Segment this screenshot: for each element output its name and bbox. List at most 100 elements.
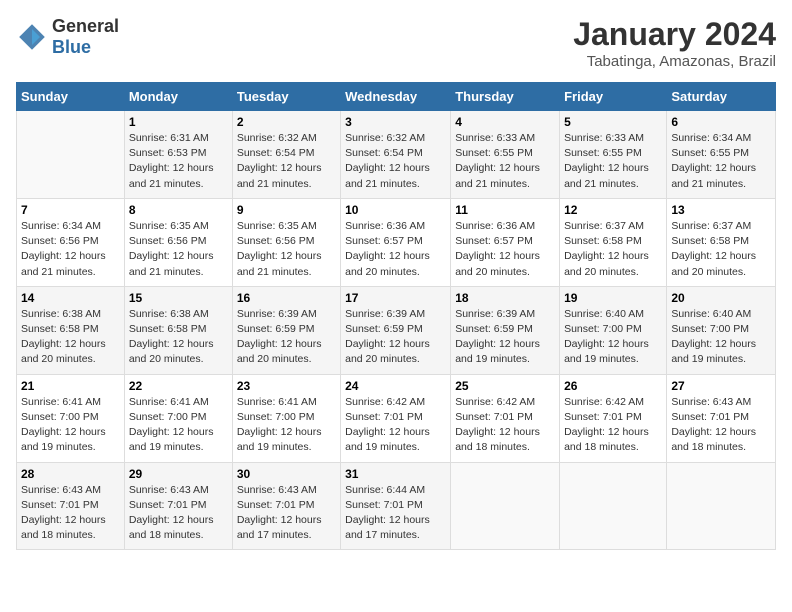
day-number: 17 [345,291,446,305]
calendar-cell: 15 Sunrise: 6:38 AMSunset: 6:58 PMDayligh… [124,286,232,374]
day-number: 24 [345,379,446,393]
day-number: 22 [129,379,228,393]
calendar-cell: 21 Sunrise: 6:41 AMSunset: 7:00 PMDayligh… [17,374,125,462]
day-number: 13 [671,203,771,217]
calendar-cell [560,462,667,550]
calendar-week-1: 1Sunrise: 6:31 AMSunset: 6:53 PMDaylight… [17,111,776,199]
calendar-week-4: 21 Sunrise: 6:41 AMSunset: 7:00 PMDayligh… [17,374,776,462]
calendar-cell: 29Sunrise: 6:43 AMSunset: 7:01 PMDayligh… [124,462,232,550]
day-info: Sunrise: 6:36 AMSunset: 6:57 PMDaylight:… [345,219,446,280]
calendar-cell: 23 Sunrise: 6:41 AMSunset: 7:00 PMDayligh… [232,374,340,462]
day-info: Sunrise: 6:38 AMSunset: 6:58 PMDaylight:… [129,307,228,368]
calendar-cell: 24 Sunrise: 6:42 AMSunset: 7:01 PMDayligh… [341,374,451,462]
calendar-cell: 12 Sunrise: 6:37 AMSunset: 6:58 PMDayligh… [560,198,667,286]
title-block: January 2024 Tabatinga, Amazonas, Brazil [573,16,776,70]
day-info: Sunrise: 6:40 AMSunset: 7:00 PMDaylight:… [564,307,662,368]
calendar-cell: 5 Sunrise: 6:33 AMSunset: 6:55 PMDaylight… [560,111,667,199]
day-info: Sunrise: 6:35 AMSunset: 6:56 PMDaylight:… [129,219,228,280]
day-number: 15 [129,291,228,305]
day-number: 11 [455,203,555,217]
calendar-cell: 26Sunrise: 6:42 AMSunset: 7:01 PMDayligh… [560,374,667,462]
col-thursday: Thursday [451,83,560,111]
day-number: 4 [455,115,555,129]
calendar-cell: 6 Sunrise: 6:34 AMSunset: 6:55 PMDaylight… [667,111,776,199]
calendar-table: Sunday Monday Tuesday Wednesday Thursday… [16,82,776,550]
calendar-cell [17,111,125,199]
day-number: 25 [455,379,555,393]
calendar-title: January 2024 [573,16,776,53]
col-saturday: Saturday [667,83,776,111]
calendar-subtitle: Tabatinga, Amazonas, Brazil [573,53,776,70]
day-number: 3 [345,115,446,129]
page-header: General Blue January 2024 Tabatinga, Ama… [16,16,776,70]
day-info: Sunrise: 6:43 AMSunset: 7:01 PMDaylight:… [129,483,228,544]
day-info: Sunrise: 6:41 AMSunset: 7:00 PMDaylight:… [129,395,228,456]
day-info: Sunrise: 6:42 AMSunset: 7:01 PMDaylight:… [345,395,446,456]
calendar-week-5: 28 Sunrise: 6:43 AMSunset: 7:01 PMDayligh… [17,462,776,550]
calendar-cell: 14Sunrise: 6:38 AMSunset: 6:58 PMDayligh… [17,286,125,374]
calendar-cell: 13 Sunrise: 6:37 AMSunset: 6:58 PMDayligh… [667,198,776,286]
day-number: 16 [237,291,336,305]
day-number: 20 [671,291,771,305]
calendar-cell: 7 Sunrise: 6:34 AMSunset: 6:56 PMDaylight… [17,198,125,286]
calendar-header-row: Sunday Monday Tuesday Wednesday Thursday… [17,83,776,111]
calendar-week-2: 7 Sunrise: 6:34 AMSunset: 6:56 PMDaylight… [17,198,776,286]
day-info: Sunrise: 6:33 AMSunset: 6:55 PMDaylight:… [564,131,662,192]
calendar-cell: 30 Sunrise: 6:43 AMSunset: 7:01 PMDayligh… [232,462,340,550]
calendar-cell [451,462,560,550]
day-number: 14 [21,291,120,305]
day-info: Sunrise: 6:34 AMSunset: 6:55 PMDaylight:… [671,131,771,192]
logo-icon [16,21,48,53]
day-number: 30 [237,467,336,481]
day-number: 6 [671,115,771,129]
calendar-cell: 18Sunrise: 6:39 AMSunset: 6:59 PMDayligh… [451,286,560,374]
calendar-cell: 11 Sunrise: 6:36 AMSunset: 6:57 PMDayligh… [451,198,560,286]
day-number: 10 [345,203,446,217]
day-info: Sunrise: 6:42 AMSunset: 7:01 PMDaylight:… [455,395,555,456]
day-info: Sunrise: 6:37 AMSunset: 6:58 PMDaylight:… [564,219,662,280]
day-info: Sunrise: 6:43 AMSunset: 7:01 PMDaylight:… [237,483,336,544]
day-number: 23 [237,379,336,393]
day-number: 21 [21,379,120,393]
logo-general: General [52,16,119,36]
day-info: Sunrise: 6:36 AMSunset: 6:57 PMDaylight:… [455,219,555,280]
day-info: Sunrise: 6:32 AMSunset: 6:54 PMDaylight:… [237,131,336,192]
calendar-cell: 17 Sunrise: 6:39 AMSunset: 6:59 PMDayligh… [341,286,451,374]
col-wednesday: Wednesday [341,83,451,111]
calendar-cell: 8Sunrise: 6:35 AMSunset: 6:56 PMDaylight… [124,198,232,286]
calendar-cell: 10 Sunrise: 6:36 AMSunset: 6:57 PMDayligh… [341,198,451,286]
day-info: Sunrise: 6:37 AMSunset: 6:58 PMDaylight:… [671,219,771,280]
day-info: Sunrise: 6:41 AMSunset: 7:00 PMDaylight:… [237,395,336,456]
day-info: Sunrise: 6:40 AMSunset: 7:00 PMDaylight:… [671,307,771,368]
calendar-cell: 27 Sunrise: 6:43 AMSunset: 7:01 PMDayligh… [667,374,776,462]
day-number: 19 [564,291,662,305]
day-info: Sunrise: 6:34 AMSunset: 6:56 PMDaylight:… [21,219,120,280]
col-tuesday: Tuesday [232,83,340,111]
day-info: Sunrise: 6:39 AMSunset: 6:59 PMDaylight:… [345,307,446,368]
calendar-cell: 16 Sunrise: 6:39 AMSunset: 6:59 PMDayligh… [232,286,340,374]
day-info: Sunrise: 6:39 AMSunset: 6:59 PMDaylight:… [237,307,336,368]
calendar-cell: 3Sunrise: 6:32 AMSunset: 6:54 PMDaylight… [341,111,451,199]
calendar-week-3: 14 Sunrise: 6:38 AMSunset: 6:58 PMDayligh… [17,286,776,374]
day-info: Sunrise: 6:41 AMSunset: 7:00 PMDaylight:… [21,395,120,456]
calendar-cell: 28Sunrise: 6:43 AMSunset: 7:01 PMDayligh… [17,462,125,550]
day-number: 7 [21,203,120,217]
calendar-cell [667,462,776,550]
calendar-cell: 2 Sunrise: 6:32 AMSunset: 6:54 PMDaylight… [232,111,340,199]
day-number: 5 [564,115,662,129]
col-sunday: Sunday [17,83,125,111]
calendar-cell: 9Sunrise: 6:35 AMSunset: 6:56 PMDaylight… [232,198,340,286]
day-info: Sunrise: 6:31 AMSunset: 6:53 PMDaylight:… [129,131,228,192]
calendar-cell: 19 Sunrise: 6:40 AMSunset: 7:00 PMDayligh… [560,286,667,374]
day-number: 28 [21,467,120,481]
day-number: 26 [564,379,662,393]
day-number: 2 [237,115,336,129]
day-number: 27 [671,379,771,393]
calendar-cell: 31Sunrise: 6:44 AMSunset: 7:01 PMDayligh… [341,462,451,550]
day-info: Sunrise: 6:43 AMSunset: 7:01 PMDaylight:… [671,395,771,456]
day-number: 31 [345,467,446,481]
calendar-cell: 25 Sunrise: 6:42 AMSunset: 7:01 PMDayligh… [451,374,560,462]
col-monday: Monday [124,83,232,111]
calendar-cell: 22 Sunrise: 6:41 AMSunset: 7:00 PMDayligh… [124,374,232,462]
day-number: 12 [564,203,662,217]
